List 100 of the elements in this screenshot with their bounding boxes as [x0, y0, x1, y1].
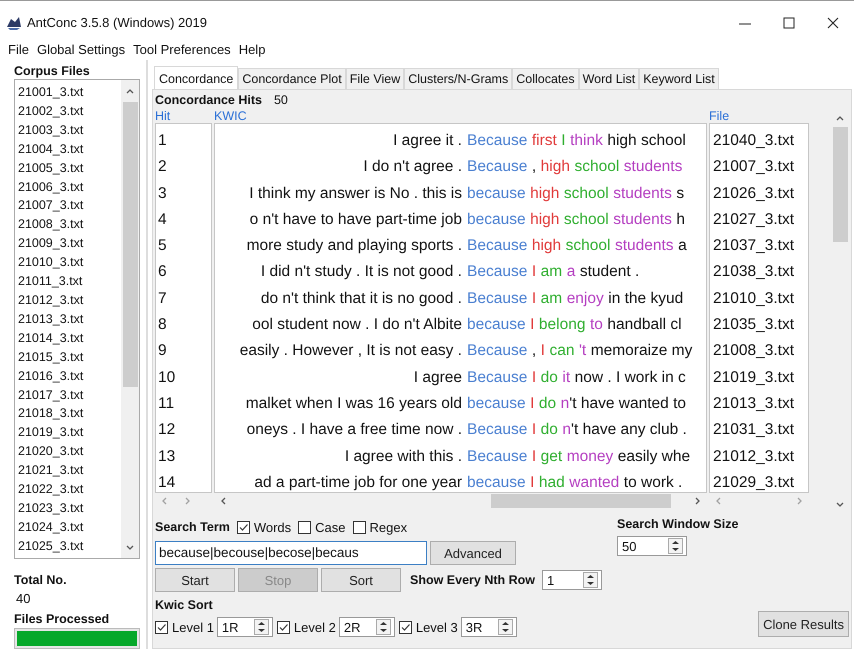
- collocate-word: think: [570, 131, 603, 151]
- checkbox[interactable]: [398, 620, 412, 634]
- scrollbar[interactable]: [121, 80, 139, 558]
- left-context: I agree it .: [392, 131, 462, 151]
- file-list-item[interactable]: 21025_3.txt: [18, 536, 121, 556]
- file-list-item[interactable]: 21013_3.txt: [18, 310, 121, 329]
- spin-box[interactable]: 2R: [338, 617, 395, 637]
- menu-item[interactable]: Global Settings: [32, 42, 130, 56]
- collocate-word: school: [564, 184, 609, 204]
- tab[interactable]: Concordance Plot: [238, 68, 346, 89]
- hit-number: 8: [157, 315, 168, 336]
- right-context: a: [678, 236, 687, 256]
- search-field[interactable]: because|becouse|becose|becaus: [155, 541, 427, 565]
- spin-box[interactable]: 1R: [216, 617, 273, 637]
- left-context: oneys . I have a free time now .: [246, 420, 462, 440]
- left-context: I did n't study . It is not good .: [260, 262, 462, 282]
- advanced-button[interactable]: Advanced: [430, 541, 516, 565]
- file-list-item[interactable]: 21008_3.txt: [18, 215, 121, 234]
- file-name: 21027_3.txt: [712, 210, 796, 230]
- right-context: ,: [532, 341, 536, 362]
- right-context: s: [676, 184, 684, 204]
- collocate-word: am: [540, 288, 562, 309]
- file-list-item[interactable]: 21005_3.txt: [18, 158, 121, 178]
- collocate-word: had: [538, 472, 565, 492]
- file-list-item[interactable]: 21010_3.txt: [18, 253, 121, 272]
- action-button[interactable]: Start: [155, 568, 235, 592]
- file-list-item[interactable]: 21009_3.txt: [18, 234, 121, 254]
- file-name: 21012_3.txt: [712, 446, 796, 467]
- file-list-item[interactable]: 21020_3.txt: [18, 442, 121, 462]
- keyword: Because: [467, 236, 528, 256]
- collocate-word: school: [566, 236, 610, 256]
- tab[interactable]: Collocates: [512, 68, 579, 89]
- file-list-item[interactable]: 21006_3.txt: [18, 178, 121, 196]
- hit-number: 5: [157, 236, 168, 256]
- file-list-item[interactable]: 21014_3.txt: [18, 328, 121, 348]
- column-header[interactable]: Hit: [155, 109, 212, 123]
- hits-label: Concordance Hits: [155, 93, 262, 109]
- file-list-item[interactable]: 21023_3.txt: [18, 498, 121, 518]
- action-button[interactable]: Sort: [321, 568, 401, 592]
- column-header[interactable]: File: [709, 109, 809, 123]
- file-list-item[interactable]: 21011_3.txt: [18, 272, 121, 291]
- scroll-thumb[interactable]: [122, 102, 138, 387]
- checkbox[interactable]: [276, 620, 290, 634]
- right-context: now . I work in c: [574, 368, 686, 388]
- tab[interactable]: Keyword List: [639, 68, 719, 89]
- spin-box[interactable]: 50: [617, 536, 687, 556]
- spin-arrows-icon[interactable]: [254, 619, 269, 635]
- file-list-item[interactable]: 21004_3.txt: [18, 140, 121, 159]
- left-context: o n't have to have part-time job: [248, 210, 462, 230]
- right-context: handball cl: [607, 315, 682, 336]
- spin-arrows-icon[interactable]: [583, 572, 598, 588]
- left-context: easily . However , It is not easy .: [238, 341, 462, 362]
- tab[interactable]: File View: [346, 68, 404, 89]
- file-list-item[interactable]: 21022_3.txt: [18, 480, 121, 499]
- spin-arrows-icon[interactable]: [376, 619, 391, 635]
- tab[interactable]: Word List: [578, 68, 640, 89]
- hits-count: 50: [274, 93, 288, 109]
- clone-results-button[interactable]: Clone Results: [758, 611, 849, 637]
- scroll-thumb[interactable]: [832, 127, 848, 242]
- collocate-word: high: [532, 236, 562, 256]
- scroll-thumb[interactable]: [491, 494, 671, 508]
- collocate-word: I: [532, 288, 536, 309]
- spin-box[interactable]: 3R: [460, 617, 517, 637]
- checkbox[interactable]: [298, 520, 312, 534]
- file-list-item[interactable]: 21015_3.txt: [18, 348, 121, 367]
- spin-box[interactable]: 1: [542, 570, 602, 590]
- file-list-item[interactable]: 21024_3.txt: [18, 518, 121, 537]
- checkbox[interactable]: [155, 620, 168, 634]
- spin-arrows-icon[interactable]: [668, 538, 683, 554]
- right-context: easily whe: [618, 446, 690, 467]
- left-context: ad a part-time job for one year: [253, 472, 462, 492]
- right-context: in the kyud: [608, 288, 684, 309]
- file-list-item[interactable]: 21018_3.txt: [18, 404, 121, 424]
- checkbox[interactable]: [352, 520, 366, 534]
- keyword: because: [467, 394, 526, 414]
- collocate-word: do: [540, 420, 558, 440]
- hit-number: 1: [157, 131, 168, 151]
- file-list-item[interactable]: 21003_3.txt: [18, 120, 121, 140]
- file-name: 21010_3.txt: [712, 288, 796, 309]
- spin-arrows-icon[interactable]: [498, 619, 513, 635]
- menu-item[interactable]: Help: [234, 42, 270, 56]
- column-header[interactable]: KWIC: [214, 109, 707, 123]
- file-list-item[interactable]: 21017_3.txt: [18, 386, 121, 404]
- file-name: 21040_3.txt: [712, 131, 796, 151]
- tab[interactable]: Concordance: [154, 66, 238, 89]
- file-list-item[interactable]: 21012_3.txt: [18, 290, 121, 310]
- file-list-item[interactable]: 21021_3.txt: [18, 461, 121, 480]
- checkbox[interactable]: [236, 520, 250, 534]
- file-list-item[interactable]: 21002_3.txt: [18, 102, 121, 121]
- collocate-word: get: [540, 446, 562, 467]
- keyword: because: [467, 184, 526, 204]
- menu-item[interactable]: File: [4, 42, 33, 56]
- file-list-item[interactable]: 21001_3.txt: [18, 83, 121, 102]
- collocate-word: I: [540, 341, 545, 362]
- right-context: student .: [580, 262, 640, 282]
- tab[interactable]: Clusters/N-Grams: [404, 68, 512, 89]
- file-list-item[interactable]: 21016_3.txt: [18, 366, 121, 386]
- file-list-item[interactable]: 21007_3.txt: [18, 196, 121, 216]
- menu-item[interactable]: Tool Preferences: [129, 42, 235, 56]
- file-list-item[interactable]: 21019_3.txt: [18, 423, 121, 442]
